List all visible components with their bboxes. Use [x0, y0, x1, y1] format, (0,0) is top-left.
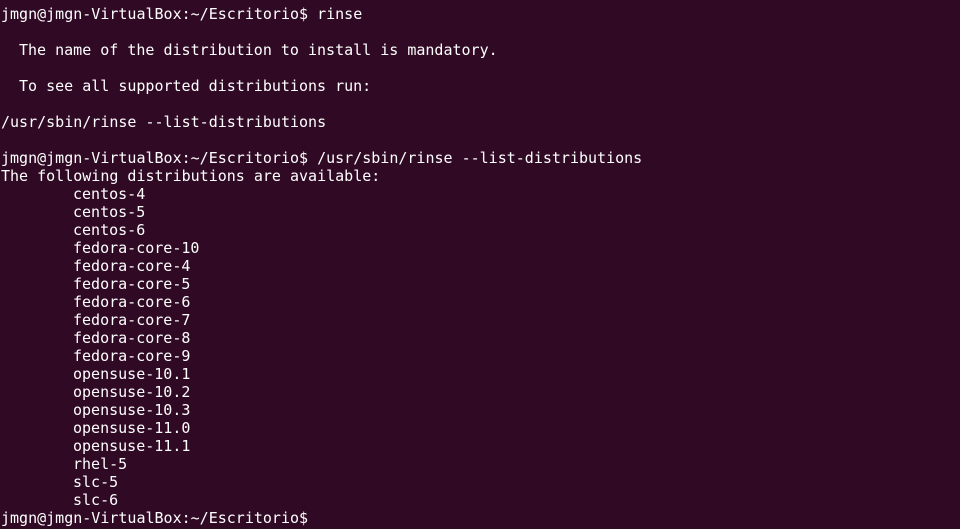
command-line[interactable]: jmgn@jmgn-VirtualBox:~/Escritorio$ [0, 509, 960, 527]
prompt: jmgn@jmgn-VirtualBox:~/Escritorio$ [1, 509, 309, 527]
distribution-item: opensuse-11.1 [73, 437, 191, 455]
distribution-item: opensuse-11.0 [73, 419, 191, 437]
distribution-item: fedora-core-7 [73, 311, 191, 329]
output-line: The following distributions are availabl… [1, 167, 381, 185]
terminal-window[interactable]: jmgn@jmgn-VirtualBox:~/Escritorio$ rinse… [0, 0, 960, 529]
distribution-item: fedora-core-10 [73, 239, 200, 257]
prompt: jmgn@jmgn-VirtualBox:~/Escritorio$ [1, 149, 309, 167]
distribution-item: fedora-core-9 [73, 347, 191, 365]
distribution-item: slc-5 [73, 473, 119, 491]
distribution-item: centos-5 [73, 203, 146, 221]
distribution-item: fedora-core-4 [73, 257, 191, 275]
command-text: rinse [317, 5, 363, 23]
distribution-item: rhel-5 [73, 455, 128, 473]
distribution-item: fedora-core-6 [73, 293, 191, 311]
distribution-item: opensuse-10.2 [73, 383, 191, 401]
distribution-item: centos-6 [73, 221, 146, 239]
distribution-item: opensuse-10.3 [73, 401, 191, 419]
text-cursor [310, 510, 318, 526]
prompt: jmgn@jmgn-VirtualBox:~/Escritorio$ [1, 5, 309, 23]
command-line: jmgn@jmgn-VirtualBox:~/Escritorio$ /usr/… [0, 149, 960, 167]
distribution-item: fedora-core-5 [73, 275, 191, 293]
command-line: jmgn@jmgn-VirtualBox:~/Escritorio$ rinse [0, 5, 960, 23]
output-line: /usr/sbin/rinse --list-distributions [1, 113, 327, 131]
distribution-item: fedora-core-8 [73, 329, 191, 347]
command-text: /usr/sbin/rinse --list-distributions [317, 149, 643, 167]
distribution-item: slc-6 [73, 491, 119, 509]
output-line: To see all supported distributions run: [19, 77, 372, 95]
output-line: The name of the distribution to install … [19, 41, 498, 59]
distribution-item: centos-4 [73, 185, 146, 203]
distribution-item: opensuse-10.1 [73, 365, 191, 383]
